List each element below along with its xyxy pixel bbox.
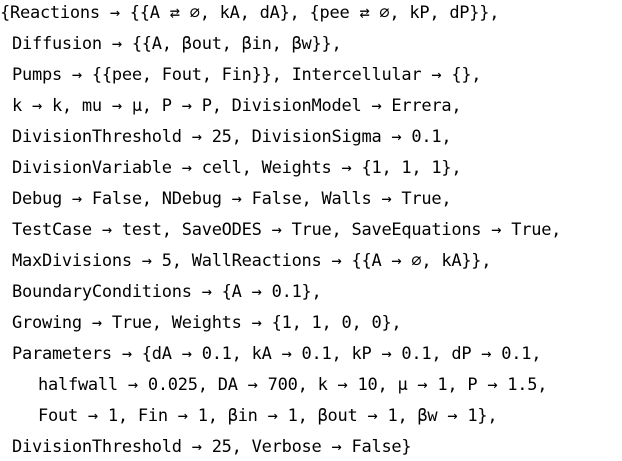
output-line-boundary-conditions: BoundaryConditions → {A → 0.1}, — [12, 282, 322, 302]
output-line-reactions: {Reactions → {{A ⇄ ∅, kA, dA}, {pee ⇄ ∅,… — [0, 3, 500, 23]
output-line-pumps: Pumps → {{pee, Fout, Fin}}, Intercellula… — [12, 65, 482, 85]
output-line-verbose: DivisionThreshold → 25, Verbose → False} — [12, 437, 412, 457]
output-line-diffusion: Diffusion → {{A, βout, βin, βw}}, — [12, 34, 342, 54]
output-line-division-model: k → k, mu → μ, P → P, DivisionModel → Er… — [12, 96, 462, 116]
output-line-division-variable: DivisionVariable → cell, Weights → {1, 1… — [12, 158, 462, 178]
output-line-parameters: Parameters → {dA → 0.1, kA → 0.1, kP → 0… — [12, 344, 542, 364]
output-line-parameters-cont-1: halfwall → 0.025, DA → 700, k → 10, μ → … — [38, 375, 548, 395]
output-line-debug: Debug → False, NDebug → False, Walls → T… — [12, 189, 452, 209]
output-line-parameters-cont-2: Fout → 1, Fin → 1, βin → 1, βout → 1, βw… — [38, 406, 498, 426]
output-line-test-case: TestCase → test, SaveODES → True, SaveEq… — [12, 220, 562, 240]
output-line-max-divisions: MaxDivisions → 5, WallReactions → {{A → … — [12, 251, 492, 271]
output-cell[interactable]: {Reactions → {{A ⇄ ∅, kA, dA}, {pee ⇄ ∅,… — [0, 0, 622, 461]
output-line-division-threshold: DivisionThreshold → 25, DivisionSigma → … — [12, 127, 452, 147]
output-line-growing: Growing → True, Weights → {1, 1, 0, 0}, — [12, 313, 402, 333]
